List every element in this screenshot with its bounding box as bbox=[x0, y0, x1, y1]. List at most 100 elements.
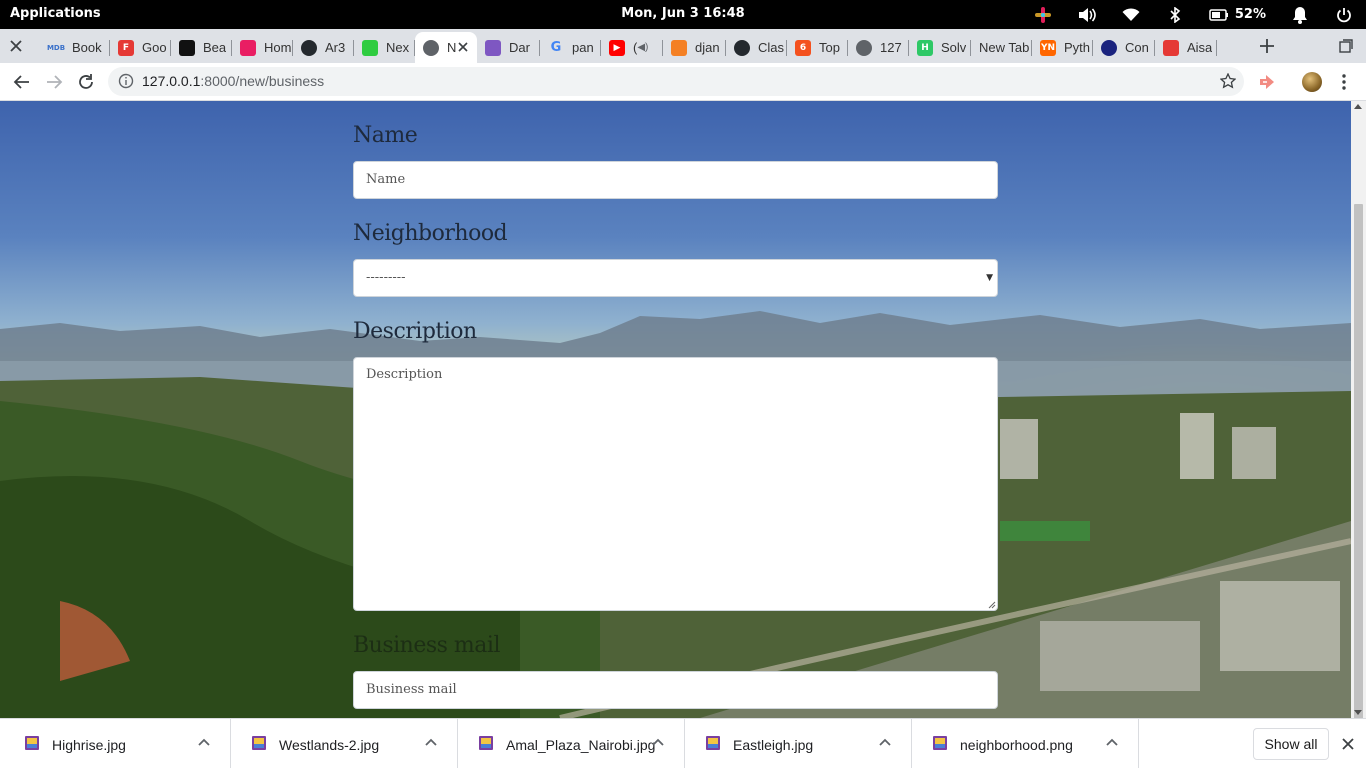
downloads-bar: Highrise.jpg Westlands-2.jpg Amal_Plaza_Na… bbox=[0, 718, 1366, 768]
close-downloads-icon[interactable] bbox=[1341, 737, 1355, 751]
business-mail-input[interactable]: Business mail bbox=[353, 671, 998, 709]
description-placeholder: Description bbox=[366, 367, 443, 382]
tab[interactable]: ▶ ◀)( bbox=[601, 32, 663, 63]
tab-title: Ar3 bbox=[325, 40, 346, 55]
tab-title: Bea bbox=[203, 40, 227, 55]
tab-title: Hom bbox=[264, 40, 292, 55]
arrow-right-icon bbox=[47, 75, 63, 89]
business-mail-label: Business mail bbox=[353, 633, 500, 658]
tab[interactable]: Aisa bbox=[1155, 32, 1217, 63]
google-icon: G bbox=[550, 40, 562, 55]
url-path: :8000/new/business bbox=[200, 73, 325, 89]
chevron-up-icon[interactable] bbox=[198, 738, 210, 746]
image-file-icon bbox=[933, 736, 947, 750]
battery-percent[interactable]: 52% bbox=[1235, 7, 1266, 22]
tab[interactable]: djan bbox=[663, 32, 726, 63]
address-bar[interactable]: 127.0.0.1:8000/new/business bbox=[108, 67, 1244, 96]
download-item[interactable]: Highrise.jpg bbox=[4, 719, 231, 768]
tab[interactable]: New Tab bbox=[971, 32, 1032, 63]
dropdown-arrow-icon: ▼ bbox=[986, 273, 993, 283]
tab[interactable]: Clas bbox=[726, 32, 787, 63]
orange-circle-icon: 6 bbox=[795, 39, 811, 56]
bluetooth-icon[interactable] bbox=[1165, 5, 1185, 25]
extension-icon[interactable] bbox=[1258, 73, 1276, 91]
scrollbar-thumb[interactable] bbox=[1354, 204, 1363, 752]
download-filename: Highrise.jpg bbox=[52, 737, 126, 753]
tab[interactable]: 127 bbox=[848, 32, 909, 63]
tab-title: Aisa bbox=[1187, 40, 1213, 55]
new-tab-icon[interactable] bbox=[1258, 37, 1276, 55]
arrow-left-icon bbox=[13, 75, 29, 89]
tab[interactable]: Dar bbox=[477, 32, 540, 63]
tab[interactable]: Ar3 bbox=[293, 32, 354, 63]
volume-icon[interactable] bbox=[1077, 5, 1097, 25]
download-item[interactable]: Amal_Plaza_Nairobi.jpg bbox=[458, 719, 685, 768]
url-text[interactable]: 127.0.0.1:8000/new/business bbox=[142, 73, 324, 89]
home-icon bbox=[240, 39, 256, 56]
notification-bell-icon[interactable] bbox=[1290, 5, 1310, 25]
wifi-icon[interactable] bbox=[1121, 5, 1141, 25]
applications-menu[interactable]: Applications bbox=[10, 6, 101, 21]
neighborhood-selected-value: --------- bbox=[366, 270, 406, 285]
asana-icon bbox=[1163, 39, 1179, 56]
reload-icon bbox=[79, 74, 93, 89]
profile-avatar[interactable] bbox=[1302, 72, 1322, 92]
tab[interactable]: Con bbox=[1093, 32, 1155, 63]
tab[interactable]: MDB Book bbox=[40, 32, 110, 63]
youtube-icon: ▶ bbox=[609, 39, 625, 56]
resize-grip-icon[interactable] bbox=[986, 599, 996, 609]
tab-search-icon[interactable] bbox=[1339, 39, 1353, 53]
tab-title: Solv bbox=[941, 40, 967, 55]
behance-icon bbox=[179, 39, 195, 56]
page-scrollbar[interactable] bbox=[1351, 101, 1366, 752]
battery-icon[interactable] bbox=[1209, 5, 1229, 25]
bookmark-star-icon[interactable] bbox=[1220, 73, 1236, 89]
system-tray[interactable]: 52% bbox=[1033, 0, 1366, 29]
tab[interactable]: H Solv bbox=[909, 32, 971, 63]
more-menu-icon[interactable] bbox=[1336, 73, 1352, 91]
audio-playing-icon[interactable]: ◀) bbox=[637, 42, 648, 53]
power-icon[interactable] bbox=[1334, 5, 1354, 25]
close-tab-icon[interactable] bbox=[457, 41, 469, 53]
reload-button[interactable] bbox=[76, 72, 96, 92]
tab[interactable]: Hom bbox=[232, 32, 293, 63]
yn-icon: YN bbox=[1040, 39, 1056, 56]
image-file-icon bbox=[479, 736, 493, 750]
show-all-downloads-button[interactable]: Show all bbox=[1253, 728, 1329, 760]
close-window-icon[interactable] bbox=[8, 38, 24, 54]
tab[interactable]: F Goo bbox=[110, 32, 171, 63]
tab[interactable]: 6 Top bbox=[787, 32, 848, 63]
chevron-up-icon[interactable] bbox=[425, 738, 437, 746]
system-top-bar: Applications Mon, Jun 3 16:48 52% bbox=[0, 0, 1366, 29]
github-icon bbox=[301, 39, 317, 56]
tab-title: N bbox=[447, 40, 457, 55]
chevron-up-icon[interactable] bbox=[652, 738, 664, 746]
download-item[interactable]: Westlands-2.jpg bbox=[231, 719, 458, 768]
download-filename: Amal_Plaza_Nairobi.jpg bbox=[506, 737, 656, 753]
tab[interactable]: N bbox=[415, 32, 477, 63]
tab-title: Con bbox=[1125, 40, 1149, 55]
tab[interactable]: Bea bbox=[171, 32, 232, 63]
neighborhood-select[interactable]: --------- ▼ bbox=[353, 259, 998, 297]
scroll-down-arrow-icon[interactable] bbox=[1354, 710, 1362, 715]
globe-icon bbox=[423, 39, 439, 56]
download-item[interactable]: neighborhood.png bbox=[912, 719, 1139, 768]
name-input[interactable]: Name bbox=[353, 161, 998, 199]
slack-icon[interactable] bbox=[1033, 5, 1053, 25]
openshift-icon bbox=[1101, 39, 1117, 56]
neighborhood-label: Neighborhood bbox=[353, 221, 508, 246]
tab-title: pan bbox=[572, 40, 594, 55]
tab[interactable]: YN Pyth bbox=[1032, 32, 1093, 63]
tab[interactable]: Gpan bbox=[540, 32, 601, 63]
download-item[interactable]: Eastleigh.jpg bbox=[685, 719, 912, 768]
description-textarea[interactable]: Description bbox=[353, 357, 998, 611]
hackerrank-icon: H bbox=[917, 39, 933, 56]
scroll-up-arrow-icon[interactable] bbox=[1354, 104, 1362, 109]
tab[interactable]: Nex bbox=[354, 32, 415, 63]
back-button[interactable] bbox=[12, 72, 32, 92]
chevron-up-icon[interactable] bbox=[1106, 738, 1118, 746]
chevron-up-icon[interactable] bbox=[879, 738, 891, 746]
site-info-icon[interactable] bbox=[118, 73, 134, 89]
nexus-icon bbox=[362, 39, 378, 56]
forward-button[interactable] bbox=[44, 72, 64, 92]
